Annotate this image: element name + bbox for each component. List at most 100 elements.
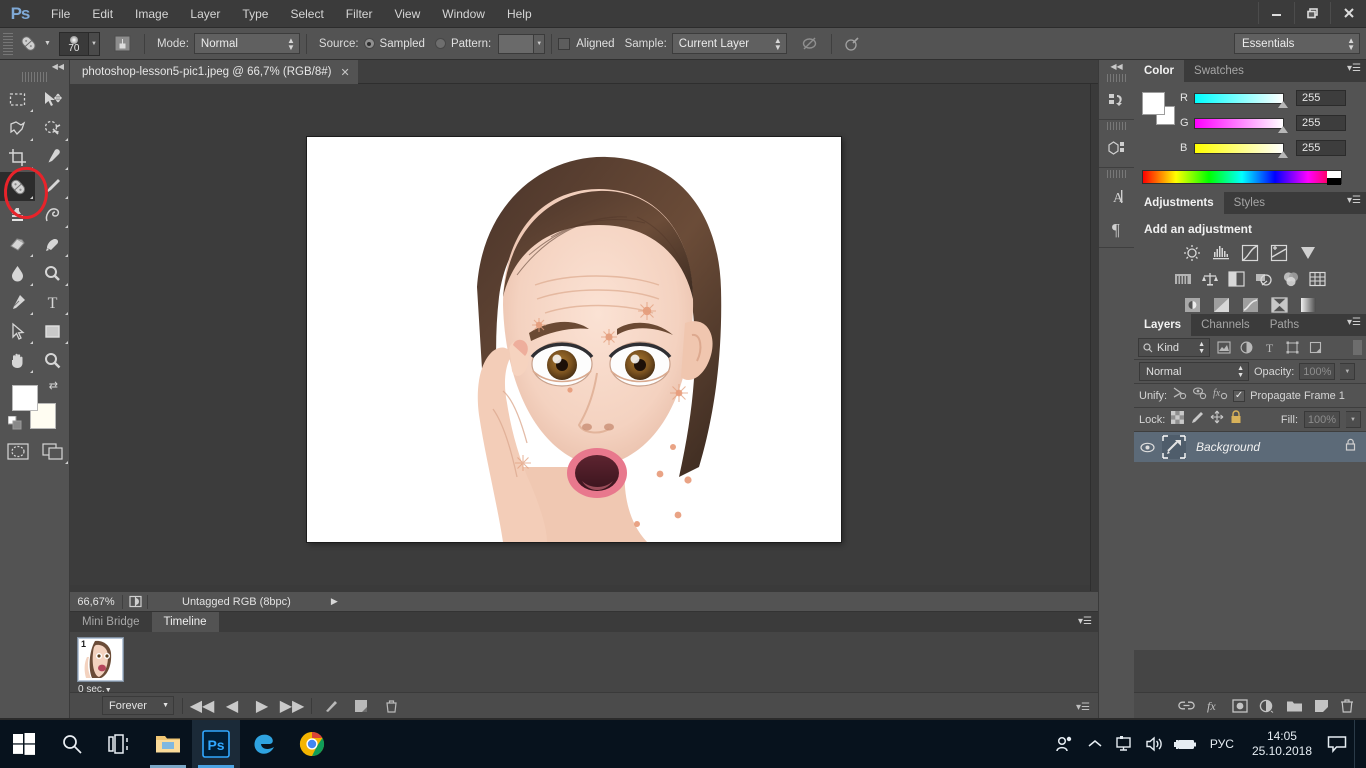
toolbox-grip[interactable] <box>21 72 48 82</box>
adjustments-panel-menu-icon[interactable]: ▾☰ <box>1347 196 1361 206</box>
filter-type-icon[interactable]: T <box>1260 338 1279 357</box>
show-hidden-icons-icon[interactable] <box>1080 720 1110 768</box>
screen-mode-icon[interactable] <box>35 437 70 466</box>
layers-panel-menu-icon[interactable]: ▾☰ <box>1347 318 1361 328</box>
unify-visibility-icon[interactable] <box>1192 386 1207 405</box>
green-slider-thumb[interactable] <box>1278 125 1288 133</box>
lock-transparency-icon[interactable] <box>1171 410 1185 429</box>
blue-slider[interactable] <box>1194 142 1288 158</box>
add-layer-style-icon[interactable]: fx <box>1206 699 1221 713</box>
timeline-frame[interactable]: 1 0 sec.▼ <box>77 637 124 695</box>
options-bar-grip[interactable] <box>3 32 13 55</box>
select-previous-frame-button[interactable]: ◀ <box>217 693 247 719</box>
unify-style-icon[interactable]: fx <box>1212 386 1228 405</box>
menu-image[interactable]: Image <box>124 0 179 28</box>
brush-size-preview[interactable]: 70 <box>58 31 89 56</box>
unify-position-icon[interactable] <box>1172 386 1187 405</box>
battery-charging-icon[interactable] <box>1170 720 1200 768</box>
color-lookup-icon[interactable] <box>1308 269 1328 289</box>
language-indicator[interactable]: РУС <box>1200 737 1244 751</box>
color-panel-foreground-swatch[interactable] <box>1142 92 1165 115</box>
brightness-contrast-icon[interactable] <box>1182 243 1202 263</box>
select-first-frame-button[interactable]: ◀◀ <box>187 693 217 719</box>
tool-preset-chevron-icon[interactable]: ▼ <box>44 40 51 47</box>
lasso-tool[interactable] <box>0 114 35 143</box>
selective-color-icon[interactable] <box>1269 295 1289 315</box>
hand-tool[interactable] <box>0 346 35 375</box>
image-document[interactable] <box>307 137 841 542</box>
properties-3d-icon[interactable] <box>1099 132 1134 164</box>
mode-select[interactable]: Normal ▲ ▼ <box>193 33 300 54</box>
color-spectrum-ramp[interactable] <box>1142 170 1342 185</box>
source-pattern-radio[interactable] <box>434 38 446 49</box>
start-button[interactable] <box>0 720 48 768</box>
new-adjustment-layer-icon[interactable] <box>1259 699 1275 713</box>
source-sampled-radio[interactable] <box>363 38 375 49</box>
tablet-pressure-icon[interactable] <box>838 35 868 52</box>
workspace-select[interactable]: Essentials ▲ ▼ <box>1234 33 1360 54</box>
layer-visibility-toggle[interactable] <box>1134 442 1160 453</box>
dock-collapse-icon[interactable]: ◀◀ <box>1099 60 1134 72</box>
history-icon[interactable] <box>1099 84 1134 116</box>
eraser-tool[interactable] <box>0 230 35 259</box>
select-next-frame-button[interactable]: ▶▶ <box>277 693 307 719</box>
filter-adjustment-icon[interactable] <box>1237 338 1256 357</box>
fill-value[interactable]: 100% <box>1304 411 1340 428</box>
action-center-icon[interactable] <box>1320 720 1354 768</box>
restore-button[interactable] <box>1294 2 1330 24</box>
menu-window[interactable]: Window <box>431 0 496 28</box>
zoom-level[interactable]: 66,67% <box>70 596 122 608</box>
quick-mask-icon[interactable] <box>0 437 35 466</box>
canvas-area[interactable] <box>70 84 1090 591</box>
exposure-icon[interactable] <box>1269 243 1289 263</box>
layer-row-background[interactable]: Background <box>1134 432 1366 462</box>
blue-value[interactable]: 255 <box>1296 140 1346 156</box>
brush-tool[interactable] <box>35 172 70 201</box>
menu-select[interactable]: Select <box>279 0 334 28</box>
type-tool[interactable]: T <box>35 288 70 317</box>
swap-colors-icon[interactable]: ⇄ <box>49 379 58 392</box>
delete-frame-icon[interactable] <box>376 693 406 719</box>
tab-mini-bridge[interactable]: Mini Bridge <box>70 612 152 632</box>
eyedropper-tool[interactable] <box>35 143 70 172</box>
menu-layer[interactable]: Layer <box>179 0 231 28</box>
layer-thumbnail[interactable] <box>1162 435 1186 459</box>
layer-list[interactable]: Background <box>1134 432 1366 650</box>
history-brush-tool[interactable] <box>35 201 70 230</box>
tween-icon[interactable] <box>316 693 346 719</box>
zoom-tool[interactable] <box>35 346 70 375</box>
vibrance-icon[interactable] <box>1298 243 1318 263</box>
blur-tool[interactable] <box>0 259 35 288</box>
red-value[interactable]: 255 <box>1296 90 1346 106</box>
clone-stamp-tool[interactable] <box>0 201 35 230</box>
layer-filter-kind-select[interactable]: Kind ▲ ▼ <box>1138 338 1210 357</box>
hue-saturation-icon[interactable] <box>1173 269 1193 289</box>
search-button[interactable] <box>48 720 96 768</box>
spot-healing-brush-tool[interactable] <box>0 172 35 201</box>
pen-tool[interactable] <box>0 288 35 317</box>
red-slider[interactable] <box>1194 92 1288 108</box>
propagate-frame-checkbox[interactable]: ✓ <box>1233 389 1246 402</box>
tab-adjustments[interactable]: Adjustments <box>1134 192 1224 214</box>
gradient-map-icon[interactable] <box>1298 295 1318 315</box>
foreground-color-swatch[interactable] <box>12 385 38 411</box>
menu-type[interactable]: Type <box>231 0 279 28</box>
threshold-icon[interactable] <box>1240 295 1260 315</box>
duplicate-frame-icon[interactable] <box>346 693 376 719</box>
edge-button[interactable] <box>240 720 288 768</box>
rectangle-tool[interactable] <box>35 317 70 346</box>
lock-position-icon[interactable] <box>1210 410 1224 429</box>
gradient-tool[interactable] <box>35 230 70 259</box>
tab-channels[interactable]: Channels <box>1191 314 1260 336</box>
layer-name[interactable]: Background <box>1196 440 1345 454</box>
curves-icon[interactable] <box>1240 243 1260 263</box>
tab-timeline[interactable]: Timeline <box>151 612 219 632</box>
default-colors-icon[interactable] <box>7 415 22 435</box>
show-desktop-button[interactable] <box>1354 720 1360 768</box>
link-layers-icon[interactable] <box>1178 699 1195 712</box>
healing-brush-icon[interactable] <box>13 34 43 53</box>
photoshop-button[interactable]: Ps <box>192 720 240 768</box>
new-layer-icon[interactable] <box>1314 699 1329 713</box>
play-animation-button[interactable]: ▶ <box>247 693 277 719</box>
green-slider[interactable] <box>1194 117 1288 133</box>
